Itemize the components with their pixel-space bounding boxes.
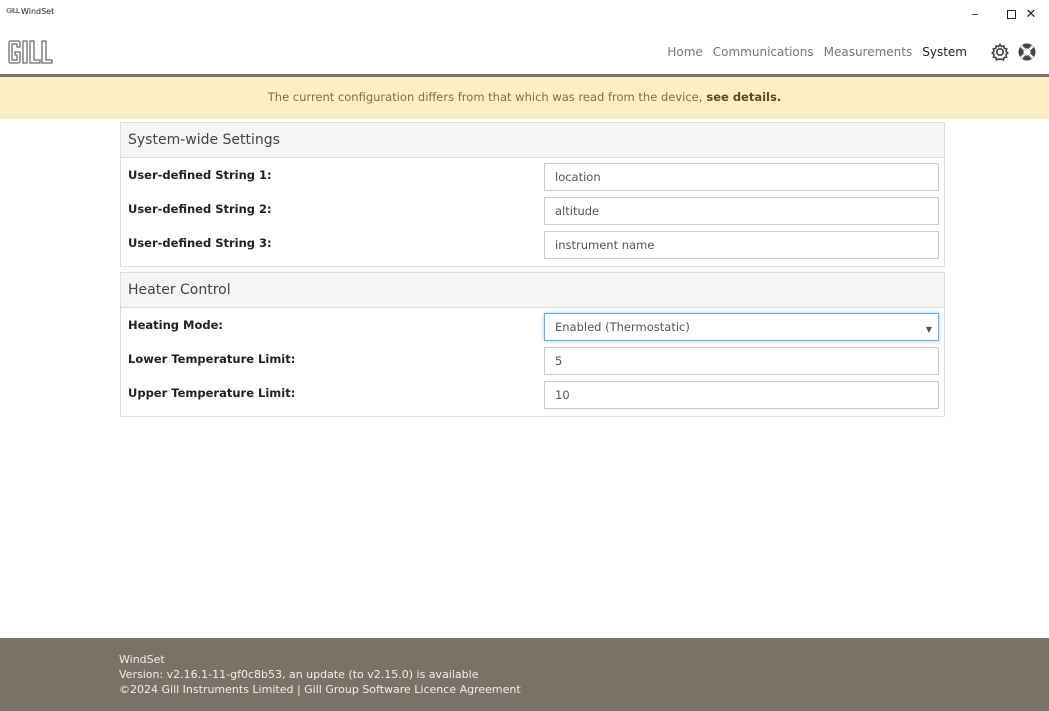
nav-menu: Home Communications Measurements System	[662, 44, 972, 60]
close-icon: ✕	[1025, 6, 1037, 22]
nav-communications[interactable]: Communications	[708, 44, 819, 60]
lower-temp-input[interactable]: 5	[544, 347, 939, 375]
lower-temp-label: Lower Temperature Limit:	[128, 352, 296, 366]
upper-temp-input[interactable]: 10	[544, 381, 939, 409]
close-button[interactable]: ✕	[1013, 0, 1049, 28]
heating-mode-label: Heating Mode:	[128, 318, 224, 332]
heater-control-panel: Heater Control Heating Mode: Enabled (Th…	[120, 272, 945, 417]
heater-control-title: Heater Control	[121, 273, 944, 308]
user-string-3-input[interactable]: instrument name	[544, 231, 939, 259]
user-string-1-label: User-defined String 1:	[128, 168, 272, 182]
config-differs-alert: The current configuration differs from t…	[0, 77, 1049, 118]
navbar: Home Communications Measurements System	[0, 30, 1049, 74]
heating-mode-select[interactable]: Enabled (Thermostatic) ▼	[544, 313, 939, 341]
upper-temp-label: Upper Temperature Limit:	[128, 386, 296, 400]
user-string-1-row: User-defined String 1: location	[121, 158, 944, 192]
nav-measurements[interactable]: Measurements	[819, 44, 918, 60]
help-lifebuoy-icon[interactable]	[1017, 42, 1037, 62]
app-icon: GILL	[6, 7, 20, 15]
upper-temp-row: Upper Temperature Limit: 10	[121, 376, 944, 414]
user-string-2-label: User-defined String 2:	[128, 202, 272, 216]
lower-temp-row: Lower Temperature Limit: 5	[121, 342, 944, 376]
user-string-3-label: User-defined String 3:	[128, 236, 272, 250]
user-string-2-value: altitude	[555, 204, 600, 218]
window-titlebar: GILL WindSet – ✕	[0, 0, 1049, 28]
see-details-link[interactable]: see details.	[706, 90, 781, 104]
user-string-1-input[interactable]: location	[544, 163, 939, 191]
nav-home[interactable]: Home	[662, 44, 707, 60]
minimize-icon: –	[971, 6, 979, 22]
chevron-down-icon: ▼	[925, 325, 932, 334]
footer-app-name: WindSet	[119, 653, 165, 666]
user-string-1-value: location	[555, 170, 601, 184]
heating-mode-row: Heating Mode: Enabled (Thermostatic) ▼	[121, 308, 944, 342]
user-string-3-value: instrument name	[555, 238, 655, 252]
gill-logo[interactable]	[7, 38, 57, 66]
user-string-2-input[interactable]: altitude	[544, 197, 939, 225]
upper-temp-value: 10	[555, 388, 570, 402]
user-string-2-row: User-defined String 2: altitude	[121, 192, 944, 226]
footer-version: Version: v2.16.1-11-gf0c8b53, an update …	[119, 668, 479, 681]
lower-temp-value: 5	[555, 354, 563, 368]
user-string-3-row: User-defined String 3: instrument name	[121, 226, 944, 264]
gear-icon[interactable]	[990, 42, 1010, 62]
nav-system[interactable]: System	[917, 44, 972, 60]
footer-copyright[interactable]: ©2024 Gill Instruments Limited | Gill Gr…	[119, 682, 1049, 697]
minimize-button[interactable]: –	[957, 0, 993, 28]
alert-message: The current configuration differs from t…	[267, 90, 703, 104]
footer: WindSet Version: v2.16.1-11-gf0c8b53, an…	[0, 638, 1049, 711]
window-title: WindSet	[21, 7, 55, 16]
system-settings-title: System-wide Settings	[121, 123, 944, 158]
heating-mode-value: Enabled (Thermostatic)	[555, 320, 690, 334]
system-settings-panel: System-wide Settings User-defined String…	[120, 122, 945, 267]
